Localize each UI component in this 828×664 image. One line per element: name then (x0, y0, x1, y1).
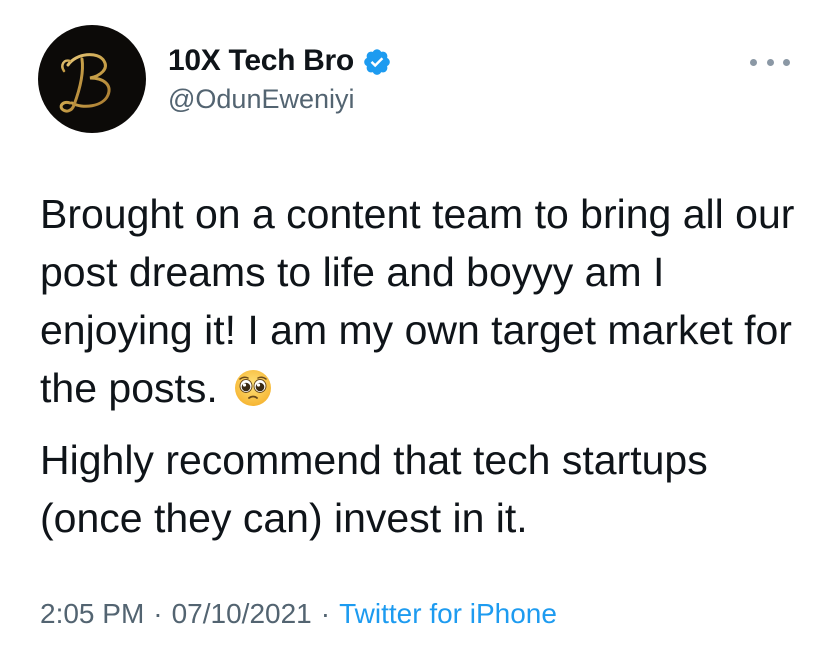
more-dot (750, 58, 757, 66)
tweet-date[interactable]: 07/10/2021 (172, 598, 312, 630)
monogram-b-icon (59, 53, 111, 113)
pleading-face-emoji-icon (235, 370, 272, 406)
tweet-card: 10X Tech Bro @OdunEweniyi Brought on a c… (0, 0, 828, 664)
tweet-source-link[interactable]: Twitter for iPhone (339, 598, 557, 630)
avatar[interactable] (38, 25, 146, 133)
tweet-paragraph-text: Brought on a content team to bring all o… (40, 191, 795, 411)
more-dot (783, 58, 790, 66)
tweet-text: Brought on a content team to bring all o… (40, 185, 810, 547)
meta-separator: · (153, 598, 163, 629)
more-dot (766, 58, 774, 66)
tweet-time[interactable]: 2:05 PM (40, 598, 144, 630)
more-options-icon[interactable] (750, 56, 790, 68)
tweet-meta: 2:05 PM · 07/10/2021 · Twitter for iPhon… (40, 598, 557, 630)
tweet-paragraph: Brought on a content team to bring all o… (40, 185, 810, 417)
tweet-paragraph: Highly recommend that tech startups (onc… (40, 437, 708, 541)
author-handle[interactable]: @OdunEweniyi (168, 84, 355, 115)
verified-badge-icon (364, 49, 390, 75)
display-name[interactable]: 10X Tech Bro (168, 44, 354, 78)
author-name-row: 10X Tech Bro (168, 43, 392, 79)
meta-separator: · (320, 598, 331, 629)
